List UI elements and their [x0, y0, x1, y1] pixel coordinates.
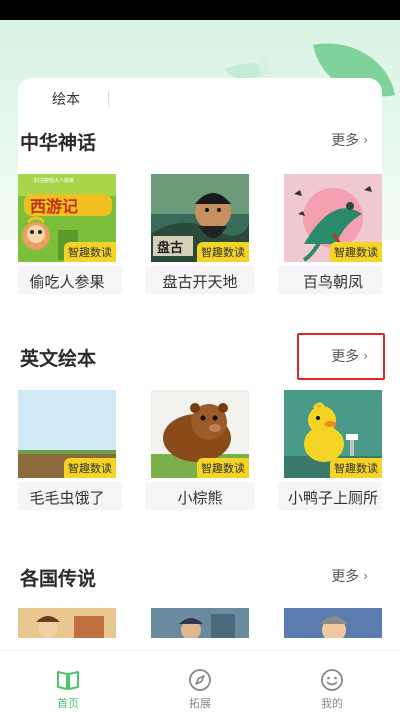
tab-divider	[108, 91, 109, 107]
category-tabs: 绘本	[18, 78, 382, 120]
badge: 智趣数读	[197, 242, 249, 262]
book-cover[interactable]: 盘古 智趣数读	[151, 174, 249, 262]
cover-subtext: 石汪寂强大人版第	[34, 177, 74, 184]
chevron-right-icon: ›	[363, 569, 368, 583]
more-button[interactable]: 更多 ›	[331, 130, 368, 150]
section-title: 各国传说	[20, 568, 97, 590]
highlight-box	[297, 333, 385, 380]
status-bar	[0, 0, 400, 20]
book-cover[interactable]: 石汪寂强大人版第 西游记 智趣数读	[18, 174, 116, 262]
chevron-right-icon: ›	[363, 133, 368, 147]
section-header: 中华神话 更多 ›	[18, 124, 382, 160]
book-title[interactable]: 毛毛虫饿了	[18, 487, 126, 508]
more-label: 更多	[331, 569, 360, 585]
more-label: 更多	[331, 133, 360, 149]
book-title[interactable]: 小鸭子上厕所	[274, 487, 382, 508]
tab-picture-books[interactable]: 绘本	[18, 89, 80, 109]
section-title: 英文绘本	[20, 348, 97, 370]
cover-text: 盘古	[157, 240, 183, 256]
section-header: 各国传说 更多 ›	[18, 560, 382, 596]
nav-item-home[interactable]: 首页	[38, 667, 98, 711]
nav-item-explore[interactable]: 拓展	[170, 667, 230, 711]
nav-label: 我的	[321, 697, 343, 710]
book-cover[interactable]: 智趣数读	[284, 390, 382, 478]
section-title: 中华神话	[20, 132, 97, 154]
smiley-face-icon	[321, 669, 343, 691]
badge: 智趣数读	[64, 458, 116, 478]
badge: 智趣数读	[197, 458, 249, 478]
bottom-nav: 首页 拓展 我的	[0, 650, 400, 712]
book-open-icon	[57, 671, 79, 690]
section-chinese-myths: 中华神话 更多 › 石汪寂强大人版第 西游记 智趣数读 偷吃人参果 盘古 智趣数…	[18, 124, 382, 304]
book-title[interactable]: 小棕熊	[141, 487, 259, 508]
badge: 智趣数读	[330, 458, 382, 478]
book-title[interactable]: 偷吃人参果	[18, 271, 126, 292]
cover-text: 西游记	[30, 197, 78, 216]
nav-label: 首页	[57, 697, 79, 710]
book-cover[interactable]: 智趣数读	[18, 390, 116, 478]
badge: 智趣数读	[64, 242, 116, 262]
nav-label: 拓展	[189, 697, 211, 710]
book-title[interactable]: 盘古开天地	[141, 271, 259, 292]
book-title[interactable]: 百鸟朝凤	[274, 271, 382, 292]
section-world-legends: 各国传说 更多 ›	[18, 560, 382, 638]
book-cover[interactable]	[18, 608, 116, 638]
more-button[interactable]: 更多 ›	[331, 566, 368, 586]
book-cover[interactable]	[284, 608, 382, 638]
badge: 智趣数读	[330, 242, 382, 262]
nav-item-profile[interactable]: 我的	[302, 667, 362, 711]
book-cover[interactable]	[151, 608, 249, 638]
compass-icon	[189, 669, 211, 691]
book-cover[interactable]: 智趣数读	[151, 390, 249, 478]
book-cover[interactable]: 智趣数读	[284, 174, 382, 262]
